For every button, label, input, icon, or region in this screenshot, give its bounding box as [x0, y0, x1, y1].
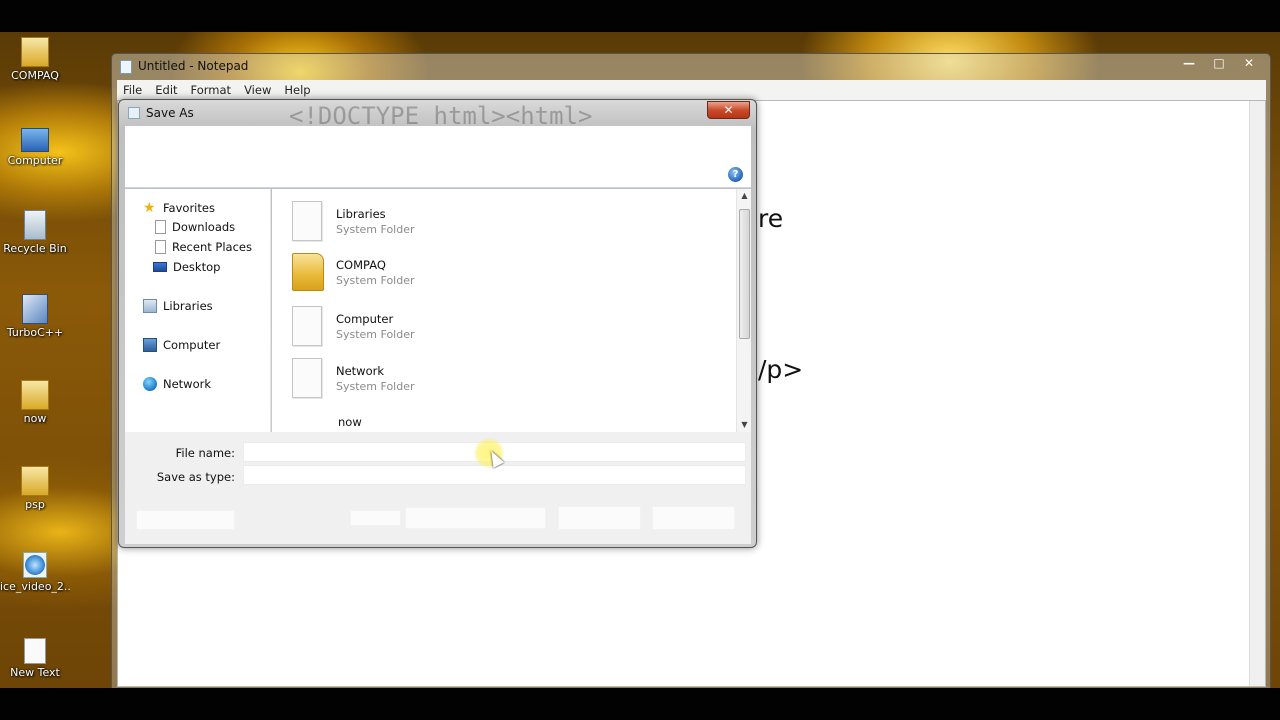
navigation-pane: ★ Favorites Downloads Recent Places Desk… — [125, 189, 271, 432]
file-item-computer[interactable]: Computer System Folder — [292, 306, 415, 346]
cancel-button[interactable] — [652, 506, 735, 530]
file-name: Network — [336, 363, 385, 378]
menu-edit[interactable]: Edit — [149, 80, 184, 100]
turboc-shortcut-icon — [22, 294, 48, 324]
desktop-icon-compaq[interactable]: COMPAQ — [0, 37, 70, 82]
menu-view[interactable]: View — [238, 80, 278, 100]
dialog-close-button[interactable]: ✕ — [707, 101, 750, 119]
file-name: Computer — [336, 311, 394, 326]
menu-format[interactable]: Format — [185, 80, 239, 100]
file-type: System Folder — [336, 273, 415, 287]
encoding-select[interactable] — [405, 507, 546, 529]
help-icon[interactable]: ? — [728, 167, 743, 182]
save-button[interactable] — [558, 506, 641, 530]
page-icon — [292, 201, 322, 241]
desktop-icon-recycle-bin[interactable]: Recycle Bin — [0, 210, 70, 255]
browse-folders-toggle[interactable] — [136, 510, 235, 530]
nav-network[interactable]: Network — [143, 377, 211, 391]
recycle-bin-icon — [24, 210, 46, 240]
desktop-icon-turboc[interactable]: TurboC++ — [0, 294, 70, 339]
folder-icon — [292, 253, 324, 291]
star-icon: ★ — [143, 200, 156, 216]
save-as-type-label: Save as type: — [156, 470, 235, 484]
recent-places-icon — [155, 240, 166, 254]
notepad-icon — [120, 60, 132, 74]
file-item-now[interactable]: now — [338, 415, 362, 429]
downloads-icon — [155, 220, 166, 234]
editor-text-fragment: re — [758, 204, 784, 233]
nav-favorites[interactable]: ★ Favorites — [143, 201, 215, 215]
scroll-down-icon[interactable]: ▼ — [737, 418, 752, 432]
vertical-scrollbar[interactable] — [1249, 101, 1265, 686]
file-type: System Folder — [336, 379, 415, 393]
menu-file[interactable]: File — [117, 80, 149, 100]
desktop-icon-new-text[interactable]: New Text — [0, 638, 70, 679]
scroll-up-icon[interactable]: ▲ — [737, 189, 752, 203]
menu-bar: File Edit Format View Help — [117, 80, 1266, 100]
page-icon — [292, 358, 322, 398]
folder-icon — [21, 37, 49, 67]
scroll-thumb[interactable] — [739, 209, 750, 339]
dialog-icon — [128, 107, 140, 119]
window-controls: — □ ✕ — [1174, 54, 1264, 72]
nav-recent-places[interactable]: Recent Places — [155, 240, 252, 254]
nav-computer[interactable]: Computer — [143, 338, 220, 352]
page-icon — [292, 306, 322, 346]
video-letterbox-bottom — [0, 688, 1280, 720]
dialog-toolbar: ? — [125, 126, 751, 188]
close-button[interactable]: ✕ — [1234, 54, 1264, 72]
nav-libraries[interactable]: Libraries — [143, 299, 213, 313]
window-title: Untitled - Notepad — [138, 59, 249, 73]
desktop-icon-now[interactable]: now — [0, 380, 70, 425]
dialog-footer: File name: Save as type: — [125, 432, 751, 544]
save-as-type-select[interactable] — [243, 465, 746, 485]
folder-icon — [21, 466, 49, 496]
computer-icon — [143, 338, 157, 352]
dialog-title: Save As — [146, 106, 194, 120]
file-type: System Folder — [336, 222, 415, 236]
desktop-icon-psp[interactable]: psp — [0, 466, 70, 511]
save-as-dialog: Save As <!DOCTYPE html><html> ✕ ? ★ Favo… — [118, 99, 757, 548]
maximize-button[interactable]: □ — [1204, 54, 1234, 72]
notepad-titlebar[interactable]: Untitled - Notepad — □ ✕ — [112, 54, 1270, 80]
file-item-network[interactable]: Network System Folder — [292, 358, 415, 398]
file-type: System Folder — [336, 327, 415, 341]
dialog-titlebar[interactable]: Save As <!DOCTYPE html><html> ✕ — [119, 100, 756, 130]
menu-help[interactable]: Help — [278, 80, 317, 100]
libraries-icon — [143, 299, 157, 313]
computer-icon — [21, 128, 49, 152]
network-icon — [143, 377, 157, 391]
encoding-label-placeholder — [350, 510, 401, 526]
minimize-button[interactable]: — — [1174, 54, 1204, 72]
file-name: Libraries — [336, 206, 386, 221]
file-item-libraries[interactable]: Libraries System Folder — [292, 201, 415, 241]
text-file-icon — [24, 638, 46, 664]
nav-desktop[interactable]: Desktop — [153, 260, 220, 274]
file-name: COMPAQ — [336, 257, 386, 272]
video-file-icon — [23, 552, 47, 578]
file-item-compaq[interactable]: COMPAQ System Folder — [292, 253, 415, 291]
desktop-icon-computer[interactable]: Computer — [0, 124, 70, 167]
file-list: Libraries System Folder COMPAQ System Fo… — [272, 189, 736, 432]
desktop-icon — [153, 262, 167, 272]
editor-text-fragment: /p> — [758, 355, 804, 384]
file-name-label: File name: — [175, 446, 235, 460]
file-list-scrollbar[interactable]: ▲ ▼ — [736, 189, 751, 432]
desktop-icon-ice-video[interactable]: ice_video_2... — [0, 552, 70, 593]
folder-icon — [21, 380, 49, 410]
video-letterbox-top — [0, 0, 1280, 32]
nav-downloads[interactable]: Downloads — [155, 220, 235, 234]
